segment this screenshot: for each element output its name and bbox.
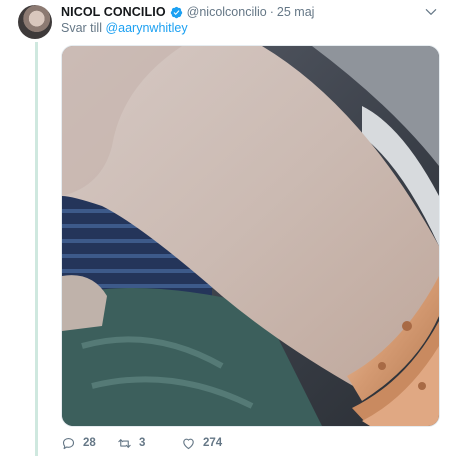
- like-button[interactable]: 274: [181, 436, 251, 451]
- retweet-icon: [118, 438, 131, 448]
- photo-arm-bracelets: [62, 46, 439, 426]
- reply-icon: [62, 437, 75, 449]
- retweet-button[interactable]: 3: [117, 436, 181, 451]
- author-handle[interactable]: @nicolconcilio: [187, 5, 267, 19]
- reply-count: 28: [83, 437, 96, 449]
- verified-badge-icon: [170, 6, 182, 18]
- thread-line: [35, 42, 38, 456]
- reply-mention-link[interactable]: @aarynwhitley: [105, 21, 187, 35]
- reply-context: Svar till @aarynwhitley: [61, 21, 188, 35]
- author-avatar[interactable]: [18, 5, 52, 39]
- like-count: 274: [203, 437, 223, 449]
- tweet-photo[interactable]: [61, 45, 440, 427]
- heart-icon: [183, 438, 194, 449]
- reply-prefix: Svar till: [61, 21, 102, 35]
- reply-button[interactable]: 28: [61, 436, 117, 451]
- chevron-down-icon[interactable]: [424, 5, 438, 19]
- tweet-actions: 28 3 274: [61, 434, 251, 452]
- header-separator: ·: [269, 5, 274, 19]
- author-name[interactable]: NICOL CONCILIO: [61, 5, 166, 19]
- tweet-header: NICOL CONCILIO @nicolconcilio · 25 maj: [61, 3, 314, 21]
- tweet-date[interactable]: 25 maj: [277, 5, 315, 19]
- retweet-count: 3: [139, 437, 146, 449]
